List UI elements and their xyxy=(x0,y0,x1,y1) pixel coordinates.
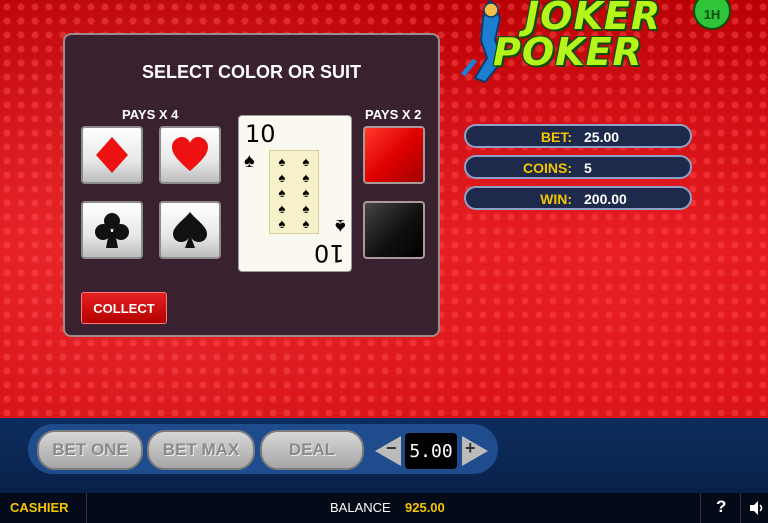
heart-suit-button[interactable] xyxy=(159,126,221,184)
coin-value-display: 5.00 xyxy=(405,433,457,469)
pip: ♠ xyxy=(278,200,286,216)
gamble-panel: SELECT COLOR OR SUIT PAYS X 4 PAYS X 2 1… xyxy=(63,33,440,337)
bet-max-button[interactable]: BET MAX xyxy=(147,430,255,470)
minus-icon: − xyxy=(386,438,397,458)
spade-icon xyxy=(173,212,207,248)
pays-color-label: PAYS X 2 xyxy=(365,107,422,122)
pays-suit-label: PAYS X 4 xyxy=(122,107,179,122)
card-suit-top: ♠ xyxy=(244,150,255,172)
heart-icon xyxy=(172,137,208,171)
pip: ♠ xyxy=(278,185,286,201)
plus-icon: + xyxy=(465,438,476,458)
speaker-icon[interactable] xyxy=(749,500,765,516)
card-pips: ♠ ♠ ♠ ♠ ♠ ♠ ♠ ♠ ♠ ♠ xyxy=(269,150,319,234)
balance-label: BALANCE xyxy=(330,500,391,515)
help-button[interactable]: ? xyxy=(716,497,726,517)
logo-word-poker: POKER xyxy=(493,30,643,74)
win-value: 200.00 xyxy=(584,191,627,207)
pip: ♠ xyxy=(278,154,286,169)
black-color-button[interactable] xyxy=(363,201,425,259)
card-rank-bottom: 10 xyxy=(314,239,345,267)
diamond-suit-button[interactable] xyxy=(81,126,143,184)
bet-one-button[interactable]: BET ONE xyxy=(37,430,143,470)
pip: ♠ xyxy=(278,216,286,232)
pip: ♠ xyxy=(302,216,310,232)
deal-button[interactable]: DEAL xyxy=(260,430,364,470)
coins-label: COINS: xyxy=(523,160,572,176)
logo-badge: 1H xyxy=(693,0,731,30)
coins-display: COINS: 5 xyxy=(464,155,692,179)
bet-label: BET: xyxy=(540,129,572,145)
red-color-button[interactable] xyxy=(363,126,425,184)
win-label: WIN: xyxy=(540,191,572,207)
win-display: WIN: 200.00 xyxy=(464,186,692,210)
status-divider xyxy=(740,493,741,523)
bet-display: BET: 25.00 xyxy=(464,124,692,148)
collect-button[interactable]: COLLECT xyxy=(81,292,167,324)
pip: ♠ xyxy=(302,154,310,169)
status-divider xyxy=(700,493,701,523)
pip: ♠ xyxy=(302,169,310,185)
playing-card: 10 ♠ ♠ ♠ ♠ ♠ ♠ ♠ ♠ ♠ ♠ ♠ ♠ 10 xyxy=(238,115,352,272)
coins-value: 5 xyxy=(584,160,592,176)
bet-value: 25.00 xyxy=(584,129,620,145)
club-suit-button[interactable] xyxy=(81,201,143,259)
status-divider xyxy=(86,493,87,523)
spade-suit-button[interactable] xyxy=(159,201,221,259)
diamond-icon xyxy=(96,137,128,173)
pip: ♠ xyxy=(278,169,286,185)
pip: ♠ xyxy=(302,200,310,216)
balance-value: 925.00 xyxy=(405,500,445,515)
pip: ♠ xyxy=(302,185,310,201)
joker-poker-logo: JOKER POKER 1H xyxy=(455,0,755,85)
card-rank-top: 10 xyxy=(245,120,276,148)
cashier-button[interactable]: CASHIER xyxy=(10,500,69,515)
card-suit-bottom: ♠ xyxy=(335,215,346,237)
panel-title: SELECT COLOR OR SUIT xyxy=(141,62,361,82)
club-icon xyxy=(95,213,129,248)
